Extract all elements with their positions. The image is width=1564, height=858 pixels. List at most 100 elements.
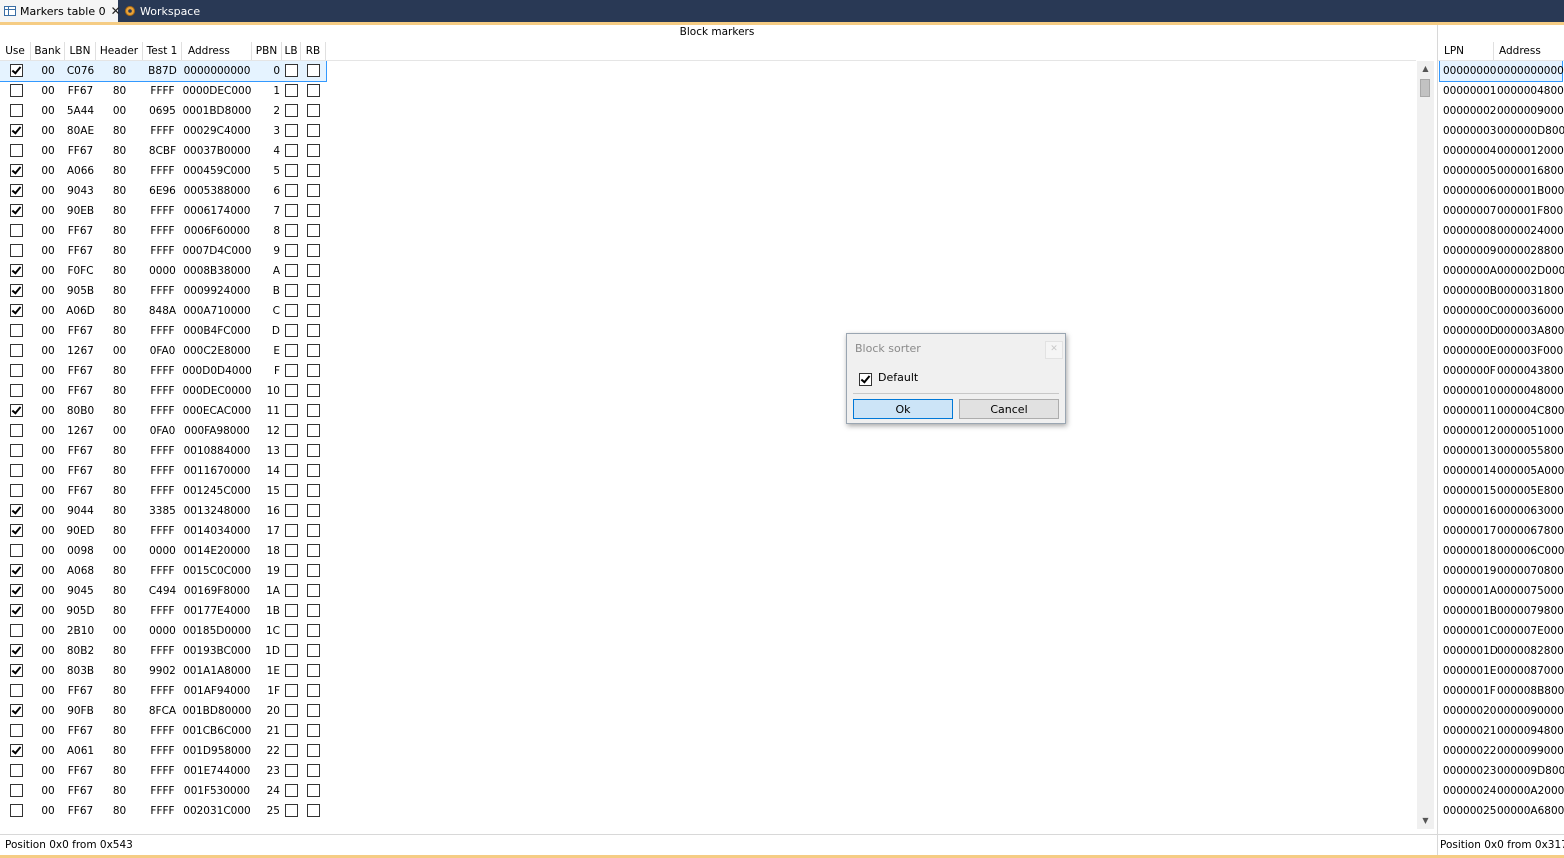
- use-checkbox[interactable]: [10, 404, 23, 417]
- table-row[interactable]: 0000000A 000002D000: [1440, 261, 1564, 281]
- table-row[interactable]: 0000001E 0000087000: [1440, 661, 1564, 681]
- use-checkbox[interactable]: [10, 564, 23, 577]
- rb-checkbox[interactable]: [307, 284, 320, 297]
- table-row[interactable]: 00 FF67 80 8CBF 00037B0000 4: [0, 141, 326, 161]
- table-row[interactable]: 00 FF67 80 FFFF 0011670000 14: [0, 461, 326, 481]
- use-checkbox[interactable]: [10, 704, 23, 717]
- rb-checkbox[interactable]: [307, 724, 320, 737]
- table-row[interactable]: 00 A06D 80 848A 000A710000 C: [0, 301, 326, 321]
- column-header[interactable]: RB: [301, 42, 326, 60]
- table-row[interactable]: 00000001 0000004800: [1440, 81, 1564, 101]
- lb-checkbox[interactable]: [285, 104, 298, 117]
- use-checkbox[interactable]: [10, 144, 23, 157]
- lb-checkbox[interactable]: [285, 624, 298, 637]
- table-row[interactable]: 00 80AE 80 FFFF 00029C4000 3: [0, 121, 326, 141]
- lb-checkbox[interactable]: [285, 564, 298, 577]
- use-checkbox[interactable]: [10, 444, 23, 457]
- default-checkbox-label[interactable]: Default: [878, 371, 918, 384]
- lb-checkbox[interactable]: [285, 584, 298, 597]
- lb-checkbox[interactable]: [285, 704, 298, 717]
- table-row[interactable]: 00 FF67 80 FFFF 001245C000 15: [0, 481, 326, 501]
- table-row[interactable]: 00 9043 80 6E96 0005388000 6: [0, 181, 326, 201]
- scroll-down-icon[interactable]: ▼: [1417, 815, 1434, 827]
- rb-checkbox[interactable]: [307, 404, 320, 417]
- lb-checkbox[interactable]: [285, 444, 298, 457]
- lb-checkbox[interactable]: [285, 464, 298, 477]
- lb-checkbox[interactable]: [285, 664, 298, 677]
- table-row[interactable]: 00 FF67 80 FFFF 0006F60000 8: [0, 221, 326, 241]
- rb-checkbox[interactable]: [307, 104, 320, 117]
- table-row[interactable]: 00 905B 80 FFFF 0009924000 B: [0, 281, 326, 301]
- use-checkbox[interactable]: [10, 724, 23, 737]
- lb-checkbox[interactable]: [285, 764, 298, 777]
- use-checkbox[interactable]: [10, 284, 23, 297]
- rb-checkbox[interactable]: [307, 484, 320, 497]
- rb-checkbox[interactable]: [307, 324, 320, 337]
- rb-checkbox[interactable]: [307, 84, 320, 97]
- lb-checkbox[interactable]: [285, 284, 298, 297]
- close-icon[interactable]: ✕: [1045, 341, 1063, 359]
- rb-checkbox[interactable]: [307, 124, 320, 137]
- use-checkbox[interactable]: [10, 484, 23, 497]
- table-row[interactable]: 00 90FB 80 8FCA 001BD80000 20: [0, 701, 326, 721]
- table-row[interactable]: 0000000D 000003A800: [1440, 321, 1564, 341]
- use-checkbox[interactable]: [10, 84, 23, 97]
- table-row[interactable]: 00 A068 80 FFFF 0015C0C000 19: [0, 561, 326, 581]
- use-checkbox[interactable]: [10, 664, 23, 677]
- table-row[interactable]: 00 FF67 80 FFFF 001F530000 24: [0, 781, 326, 801]
- table-row[interactable]: 0000000E 000003F000: [1440, 341, 1563, 361]
- lb-checkbox[interactable]: [285, 644, 298, 657]
- table-row[interactable]: 00 1267 00 0FA0 000C2E8000 E: [0, 341, 326, 361]
- table-row[interactable]: 0000001F 000008B800: [1440, 681, 1564, 701]
- use-checkbox[interactable]: [10, 164, 23, 177]
- rb-checkbox[interactable]: [307, 784, 320, 797]
- table-row[interactable]: 00 FF67 80 FFFF 0000DEC000 1: [0, 81, 326, 101]
- table-row[interactable]: 00000017 0000067800: [1440, 521, 1564, 541]
- rb-checkbox[interactable]: [307, 564, 320, 577]
- rb-checkbox[interactable]: [307, 704, 320, 717]
- column-header[interactable]: LB: [282, 42, 301, 60]
- table-row[interactable]: 00 A066 80 FFFF 000459C000 5: [0, 161, 326, 181]
- lb-checkbox[interactable]: [285, 304, 298, 317]
- use-checkbox[interactable]: [10, 804, 23, 817]
- lb-checkbox[interactable]: [285, 484, 298, 497]
- table-row[interactable]: 00 F0FC 80 0000 0008B38000 A: [0, 261, 326, 281]
- use-checkbox[interactable]: [10, 304, 23, 317]
- use-checkbox[interactable]: [10, 224, 23, 237]
- ok-button[interactable]: Ok: [853, 399, 953, 419]
- column-header[interactable]: LBN: [65, 42, 96, 60]
- table-row[interactable]: 00 0098 00 0000 0014E20000 18: [0, 541, 326, 561]
- table-row[interactable]: 00000025 00000A6800: [1440, 801, 1564, 821]
- lb-checkbox[interactable]: [285, 684, 298, 697]
- use-checkbox[interactable]: [10, 424, 23, 437]
- lb-checkbox[interactable]: [285, 184, 298, 197]
- table-row[interactable]: 00000002 0000009000: [1440, 101, 1564, 121]
- table-row[interactable]: 00 90EB 80 FFFF 0006174000 7: [0, 201, 326, 221]
- table-row[interactable]: 00 FF67 80 FFFF 002031C000 25: [0, 801, 326, 821]
- tab-markers-table[interactable]: Markers table 0 ✕: [0, 0, 121, 22]
- table-row[interactable]: 00 FF67 80 FFFF 001AF94000 1F: [0, 681, 326, 701]
- table-row[interactable]: 00 FF67 80 FFFF 001E744000 23: [0, 761, 326, 781]
- lb-checkbox[interactable]: [285, 384, 298, 397]
- rb-checkbox[interactable]: [307, 544, 320, 557]
- rb-checkbox[interactable]: [307, 164, 320, 177]
- rb-checkbox[interactable]: [307, 624, 320, 637]
- table-row[interactable]: 00 5A44 00 0695 0001BD8000 2: [0, 101, 326, 121]
- use-checkbox[interactable]: [10, 644, 23, 657]
- lb-checkbox[interactable]: [285, 124, 298, 137]
- lb-checkbox[interactable]: [285, 244, 298, 257]
- table-row[interactable]: 00 C076 80 B87D 0000000000 0: [0, 61, 327, 82]
- scroll-thumb[interactable]: [1420, 79, 1430, 97]
- table-row[interactable]: 00000013 0000055800: [1440, 441, 1564, 461]
- lb-checkbox[interactable]: [285, 364, 298, 377]
- rb-checkbox[interactable]: [307, 364, 320, 377]
- rb-checkbox[interactable]: [307, 604, 320, 617]
- rb-checkbox[interactable]: [307, 384, 320, 397]
- rb-checkbox[interactable]: [307, 424, 320, 437]
- use-checkbox[interactable]: [10, 104, 23, 117]
- table-row[interactable]: 00000011 000004C800: [1440, 401, 1564, 421]
- scroll-up-icon[interactable]: ▲: [1417, 63, 1434, 75]
- use-checkbox[interactable]: [10, 744, 23, 757]
- lb-checkbox[interactable]: [285, 64, 298, 77]
- table-row[interactable]: 00000004 0000012000: [1440, 141, 1564, 161]
